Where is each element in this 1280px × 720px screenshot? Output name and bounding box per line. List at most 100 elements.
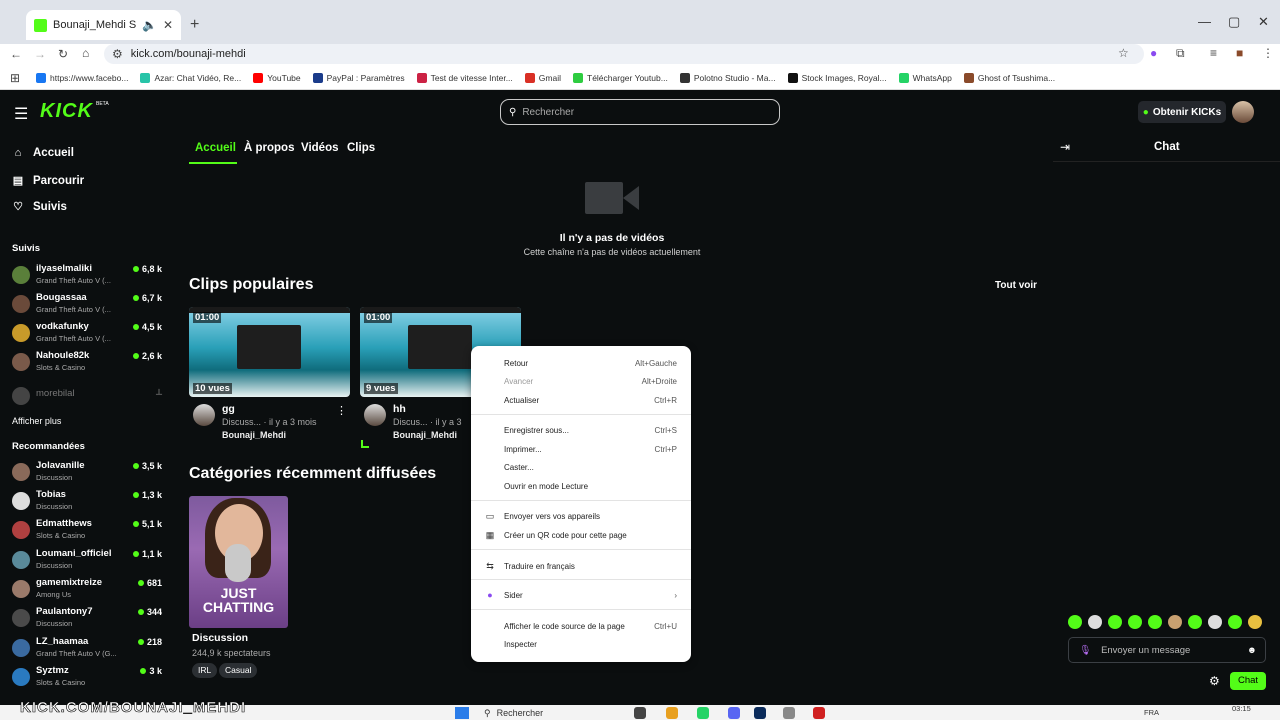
browser-tab[interactable]: Bounaji_Mehdi Stream - W 🔈 ✕	[26, 10, 181, 40]
bookmark-item[interactable]: Gmail	[524, 72, 561, 83]
chat-settings-gear-icon[interactable]: ⚙	[1209, 674, 1220, 688]
context-menu-item-inspect[interactable]: Inspecter	[471, 636, 691, 654]
microphone-icon[interactable]: 🎙	[1079, 645, 1091, 656]
bookmark-item[interactable]: PayPal : Paramètres	[312, 72, 405, 83]
offline-channel[interactable]: morebilal ⟂	[12, 384, 162, 410]
bookmark-item[interactable]: WhatsApp	[898, 72, 952, 83]
browser-menu-icon[interactable]: ⋮	[1262, 46, 1274, 60]
see-all-link[interactable]: Tout voir	[995, 280, 1037, 291]
maximize-button[interactable]: ▢	[1228, 14, 1240, 30]
show-more-link[interactable]: Afficher plus	[12, 416, 61, 426]
context-menu-item-view-source[interactable]: Afficher le code source de la page Ctrl+U	[471, 618, 691, 636]
recommended-channel[interactable]: Syztmz Slots & Casino 3 k	[12, 665, 162, 691]
category-tag[interactable]: IRL	[192, 663, 218, 678]
site-info-icon[interactable]: ⚙	[112, 47, 123, 61]
language-indicator[interactable]: FRA	[1144, 708, 1159, 717]
context-menu-item-translate[interactable]: ⇆ Traduire en français	[471, 558, 691, 576]
clock[interactable]: 03:15	[1232, 704, 1251, 713]
emote-icon[interactable]	[1248, 615, 1262, 629]
bookmark-item[interactable]: Polotno Studio - Ma...	[679, 72, 776, 83]
extensions-icon[interactable]: ⧉	[1176, 46, 1185, 61]
whatsapp-icon[interactable]	[697, 707, 709, 719]
kick-logo[interactable]: KICK	[40, 100, 93, 123]
sidebar-item-browse[interactable]: ▤ Parcourir	[12, 174, 84, 188]
recommended-channel[interactable]: gamemixtreize Among Us 681	[12, 577, 162, 603]
chat-message-input[interactable]: 🎙 Envoyer un message ☻	[1068, 637, 1266, 663]
emote-icon[interactable]	[1188, 615, 1202, 629]
more-options-icon[interactable]: ⋮	[336, 404, 347, 417]
context-menu-item-save-as[interactable]: Enregistrer sous... Ctrl+S	[471, 422, 691, 440]
category-card[interactable]: JUST CHATTING	[189, 496, 288, 628]
reload-icon[interactable]: ↻	[58, 47, 68, 61]
clip-author[interactable]: Bounaji_Mehdi	[222, 430, 286, 440]
context-menu-item-print[interactable]: Imprimer... Ctrl+P	[471, 441, 691, 459]
bookmark-item[interactable]: Azar: Chat Vidéo, Re...	[140, 72, 241, 83]
tab-clips[interactable]: Clips	[347, 142, 375, 154]
emote-icon[interactable]	[1108, 615, 1122, 629]
recommended-channel[interactable]: Jolavanille Discussion 3,5 k	[12, 460, 162, 486]
close-window-button[interactable]: ✕	[1258, 14, 1269, 30]
app-icon[interactable]	[813, 707, 825, 719]
recommended-channel[interactable]: LZ_haamaa Grand Theft Auto V (G... 218	[12, 636, 162, 662]
menu-hamburger-icon[interactable]: ☰	[14, 104, 28, 124]
bookmark-item[interactable]: Télécharger Youtub...	[573, 72, 668, 83]
context-menu-item-forward[interactable]: Avancer Alt+Droite	[471, 373, 691, 391]
context-menu-item-reader-mode[interactable]: Ouvrir en mode Lecture	[471, 478, 691, 496]
new-tab-button[interactable]: +	[190, 16, 199, 34]
close-tab-icon[interactable]: ✕	[163, 18, 173, 32]
bookmark-star-icon[interactable]: ☆	[1118, 46, 1129, 60]
bookmark-item[interactable]: Stock Images, Royal...	[787, 72, 887, 83]
clip-thumbnail[interactable]: 01:00 10 vues	[189, 307, 350, 397]
send-chat-button[interactable]: Chat	[1230, 672, 1266, 690]
avatar[interactable]	[364, 404, 386, 426]
bookmark-item[interactable]: YouTube	[253, 72, 301, 83]
back-icon[interactable]: ←	[10, 47, 22, 61]
sidebar-item-following[interactable]: ♡ Suivis	[12, 200, 67, 214]
context-menu-item-reload[interactable]: Actualiser Ctrl+R	[471, 392, 691, 410]
context-menu-item-cast[interactable]: Caster...	[471, 459, 691, 477]
settings-icon[interactable]	[783, 707, 795, 719]
context-menu-item-sider[interactable]: ● Sider ›	[471, 587, 691, 605]
clip-title[interactable]: gg	[222, 403, 235, 415]
emote-icon[interactable]	[1088, 615, 1102, 629]
category-tag[interactable]: Casual	[219, 663, 258, 678]
address-bar[interactable]: ⚙ kick.com/bounaji-mehdi	[104, 44, 1144, 64]
followed-channel[interactable]: Bougassaa Grand Theft Auto V (... 6,7 k	[12, 292, 162, 318]
avatar[interactable]	[193, 404, 215, 426]
user-avatar[interactable]	[1232, 101, 1254, 123]
emote-icon[interactable]	[1068, 615, 1082, 629]
clip-title[interactable]: hh	[393, 403, 406, 415]
sidebar-item-home[interactable]: ⌂ Accueil	[12, 147, 74, 159]
emote-icon[interactable]	[1128, 615, 1142, 629]
bookmark-item[interactable]: Test de vitesse Inter...	[416, 72, 513, 83]
emote-icon[interactable]	[1228, 615, 1242, 629]
apps-grid-icon[interactable]: ⊞	[10, 71, 20, 85]
search-input[interactable]: ⚲ Rechercher	[500, 99, 780, 125]
context-menu-item-back[interactable]: Retour Alt+Gauche	[471, 355, 691, 373]
taskview-icon[interactable]	[634, 707, 646, 719]
emote-icon[interactable]	[1208, 615, 1222, 629]
reading-list-icon[interactable]: ≡	[1210, 46, 1217, 60]
taskbar-search[interactable]: ⚲ Rechercher	[484, 706, 624, 720]
bookmark-item[interactable]: Ghost of Tsushima...	[963, 72, 1055, 83]
recommended-channel[interactable]: Edmatthews Slots & Casino 5,1 k	[12, 518, 162, 544]
chrome-icon[interactable]	[666, 707, 678, 719]
minimize-button[interactable]: —	[1198, 14, 1211, 29]
bookmark-item[interactable]: https://www.facebo...	[36, 72, 128, 83]
emote-icon[interactable]	[1168, 615, 1182, 629]
recommended-channel[interactable]: Loumani_officiel Discussion 1,1 k	[12, 548, 162, 574]
recommended-channel[interactable]: Tobias Discussion 1,3 k	[12, 489, 162, 515]
discord-icon[interactable]	[728, 707, 740, 719]
recommended-channel[interactable]: Paulantony7 Discussion 344	[12, 606, 162, 632]
tab-videos[interactable]: Vidéos	[301, 142, 339, 154]
followed-channel[interactable]: Nahoule82k Slots & Casino 2,6 k	[12, 350, 162, 376]
emoji-icon[interactable]: ☻	[1247, 645, 1257, 656]
profile-icon[interactable]: ■	[1236, 46, 1243, 60]
photoshop-icon[interactable]	[754, 707, 766, 719]
home-icon[interactable]: ⌂	[82, 46, 89, 60]
tab-about[interactable]: À propos	[244, 142, 294, 154]
audio-icon[interactable]: 🔈	[142, 18, 157, 32]
clip-author[interactable]: Bounaji_Mehdi	[393, 430, 457, 440]
category-name[interactable]: Discussion	[192, 632, 248, 644]
emote-icon[interactable]	[1148, 615, 1162, 629]
